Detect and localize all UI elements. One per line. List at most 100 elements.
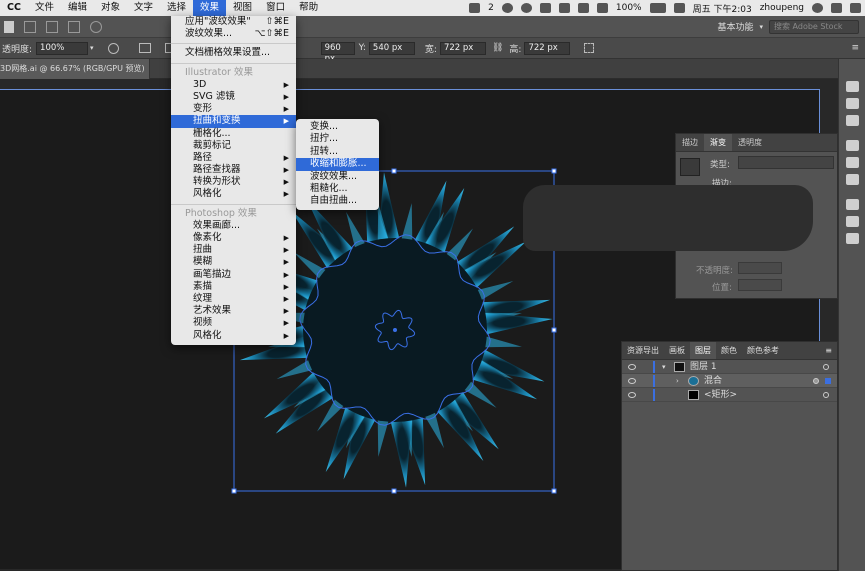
layout-icon[interactable] [68, 20, 80, 33]
submenu-item-zig-zag[interactable]: 波纹效果... [296, 171, 379, 183]
tab-color[interactable]: 颜色 [716, 342, 742, 359]
resize-handle[interactable] [391, 488, 397, 494]
layer-name[interactable]: <矩形> [704, 388, 737, 402]
submenu-item-roughen[interactable]: 粗糙化... [296, 183, 379, 195]
submenu-item-tweak[interactable]: 扭拧... [296, 133, 379, 145]
layer-name[interactable]: 混合 [704, 374, 722, 388]
sync-icon[interactable] [520, 3, 532, 13]
target-icon[interactable] [823, 364, 829, 370]
tab-layers[interactable]: 图层 [690, 342, 716, 359]
resize-handle[interactable] [551, 168, 557, 174]
menu-item-artistic[interactable]: 艺术效果 ▶ [171, 305, 296, 317]
layer-name[interactable]: 图层 1 [690, 360, 717, 374]
menu-object[interactable]: 对象 [94, 0, 127, 16]
menu-help[interactable]: 帮助 [292, 0, 325, 16]
resize-handle[interactable] [231, 488, 237, 494]
menu-item-path[interactable]: 路径 ▶ [171, 152, 296, 164]
y-field[interactable]: 540 px [368, 41, 415, 55]
menu-item-effect-gallery[interactable]: 效果画廊... [171, 220, 296, 232]
search-icon[interactable] [812, 3, 823, 13]
menu-edit[interactable]: 编辑 [61, 0, 94, 16]
menu-item-distort[interactable]: 扭曲 ▶ [171, 244, 296, 256]
opacity-field[interactable]: 100% [36, 41, 89, 55]
menu-item-stylize-ps[interactable]: 风格化 ▶ [171, 330, 296, 342]
type-dropdown[interactable] [738, 156, 834, 169]
menu-item-rasterize[interactable]: 栅格化... [171, 128, 296, 140]
last-effect-item[interactable]: 波纹效果... ⌥⇧⌘E [171, 28, 296, 40]
selection-indicator[interactable] [825, 378, 831, 384]
submenu-item-transform[interactable]: 变换... [296, 121, 379, 133]
submenu-item-twist[interactable]: 扭转... [296, 146, 379, 158]
menu-effect[interactable]: 效果 [193, 0, 227, 16]
menu-item-crop-marks[interactable]: 裁剪标记 [171, 140, 296, 152]
resize-handle[interactable] [551, 327, 557, 333]
position-dropdown[interactable] [738, 279, 782, 291]
publish-icon[interactable] [90, 20, 102, 33]
wechat-icon[interactable] [469, 3, 481, 13]
menu-item-blur[interactable]: 模糊 ▶ [171, 256, 296, 268]
menu-item-distort-transform[interactable]: 扭曲和变换 ▶ [171, 115, 296, 128]
input-method-icon[interactable] [673, 3, 685, 13]
arrange-documents-icon[interactable] [24, 20, 36, 33]
expand-chevron-icon[interactable]: › [676, 374, 679, 388]
menu-list-icon[interactable] [850, 3, 861, 13]
opacity-dropdown[interactable] [738, 262, 782, 274]
layers-icon[interactable] [845, 233, 859, 244]
gradient-swatch[interactable] [680, 158, 700, 176]
menu-item-stylize[interactable]: 风格化 ▶ [171, 188, 296, 200]
properties-icon[interactable] [845, 81, 859, 92]
menu-view[interactable]: 视图 [226, 0, 259, 16]
tab-color-guide[interactable]: 颜色参考 [742, 342, 784, 359]
target-icon[interactable] [813, 378, 819, 384]
tab-gradient[interactable]: 渐变 [704, 134, 732, 151]
resize-handle[interactable] [391, 168, 397, 174]
expand-chevron-icon[interactable]: ▾ [662, 360, 666, 374]
menu-select[interactable]: 选择 [160, 0, 193, 16]
workspace-switcher[interactable]: 基本功能 [717, 20, 753, 33]
layer-row[interactable]: ▾ 图层 1 [622, 360, 837, 374]
tab-artboards[interactable]: 画板 [664, 342, 690, 359]
graphic-styles-icon[interactable] [845, 216, 859, 227]
tab-transparency[interactable]: 透明度 [732, 134, 768, 151]
transparency-icon[interactable] [845, 174, 859, 185]
recolor-icon[interactable] [107, 42, 119, 54]
menu-item-pixelate[interactable]: 像素化 ▶ [171, 232, 296, 244]
resize-handle[interactable] [551, 488, 557, 494]
panel-menu-icon[interactable]: ≡ [820, 342, 837, 359]
user-name[interactable]: zhoupeng [760, 3, 804, 13]
apply-last-effect-item[interactable]: 应用"波纹效果" ⇧⌘E [171, 16, 296, 28]
menu-item-sketch[interactable]: 素描 ▶ [171, 281, 296, 293]
visibility-eye-icon[interactable] [628, 378, 636, 384]
transform-bounds-icon[interactable] [584, 43, 595, 53]
visibility-eye-icon[interactable] [628, 392, 636, 398]
menu-item-svg-filters[interactable]: SVG 滤镜 ▶ [171, 91, 296, 103]
qq-icon[interactable] [501, 3, 513, 13]
tab-asset-export[interactable]: 资源导出 [622, 342, 664, 359]
menu-item-convert-to-shape[interactable]: 转换为形状 ▶ [171, 176, 296, 188]
height-field[interactable]: 722 px [524, 41, 571, 55]
appearance-icon[interactable] [845, 199, 859, 210]
document-raster-settings-item[interactable]: 文档栅格效果设置... [171, 47, 296, 59]
volume-icon[interactable] [596, 3, 608, 13]
submenu-item-free-distort[interactable]: 自由扭曲... [296, 195, 379, 207]
x-field[interactable]: 960 px [320, 41, 355, 64]
layer-row[interactable]: › 混合 [622, 374, 837, 388]
menu-item-warp[interactable]: 变形 ▶ [171, 103, 296, 115]
menu-type[interactable]: 文字 [127, 0, 160, 16]
width-field[interactable]: 722 px [439, 41, 486, 55]
link-proportions-icon[interactable]: ⛓ [492, 43, 503, 53]
chevron-down-icon[interactable]: ▾ [759, 23, 763, 31]
menu-window[interactable]: 窗口 [259, 0, 292, 16]
siri-icon[interactable] [831, 3, 842, 13]
stroke-icon[interactable] [845, 140, 859, 151]
menu-item-texture[interactable]: 纹理 ▶ [171, 293, 296, 305]
bar-menu-icon[interactable]: ≡ [851, 43, 859, 53]
layer-row[interactable]: <矩形> [622, 388, 837, 402]
visibility-eye-icon[interactable] [628, 364, 636, 370]
menu-item-3d[interactable]: 3D ▶ [171, 79, 296, 91]
document-tab[interactable]: 3D网格.ai @ 66.67% (RGB/GPU 预览) [0, 59, 150, 79]
menu-file[interactable]: 文件 [28, 0, 61, 16]
bluetooth-icon[interactable] [558, 3, 570, 13]
stock-icon[interactable] [46, 20, 58, 33]
align-icon[interactable] [138, 43, 151, 53]
